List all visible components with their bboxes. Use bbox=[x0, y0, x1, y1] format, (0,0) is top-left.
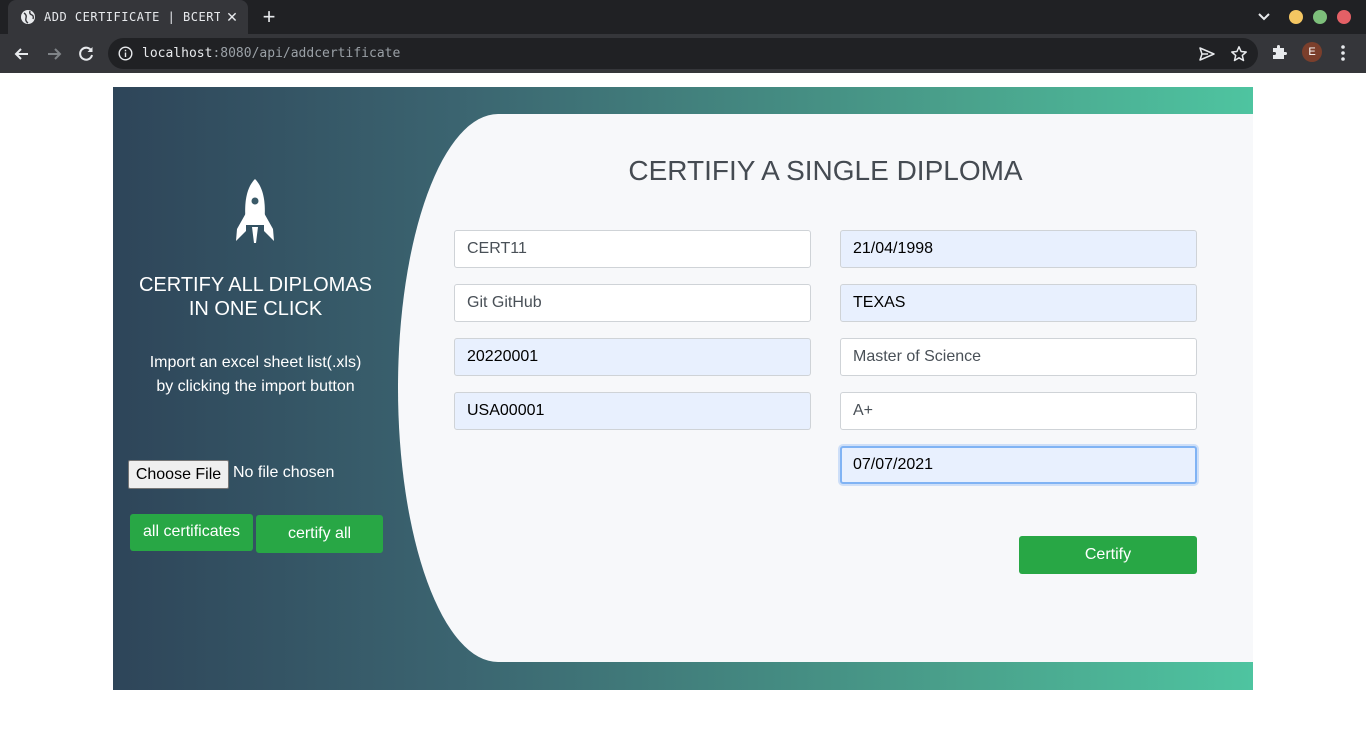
close-tab-icon[interactable]: ✕ bbox=[224, 9, 240, 25]
globe-icon bbox=[21, 10, 35, 24]
kebab-icon[interactable] bbox=[1334, 43, 1352, 63]
browser-tab-strip: ADD CERTIFICATE | BCERT ✕ + bbox=[0, 0, 1366, 34]
graduation-date-field[interactable]: 07/07/2021 bbox=[840, 446, 1197, 484]
window-close-button[interactable] bbox=[1337, 10, 1351, 24]
birth-place-field[interactable]: TEXAS bbox=[840, 284, 1197, 322]
name-field[interactable]: Git GitHub bbox=[454, 284, 811, 322]
info-icon[interactable] bbox=[118, 46, 133, 61]
profile-avatar[interactable]: E bbox=[1302, 42, 1322, 62]
student-id-field[interactable]: 20220001 bbox=[454, 338, 811, 376]
window-minimize-button[interactable] bbox=[1289, 10, 1303, 24]
bulk-heading-line1: CERTIFY ALL DIPLOMAS bbox=[138, 274, 373, 296]
import-instructions-line2: by clicking the import button bbox=[156, 378, 355, 395]
new-tab-button[interactable]: + bbox=[258, 6, 280, 28]
birth-date-field[interactable]: 21/04/1998 bbox=[840, 230, 1197, 268]
file-status-text: No file chosen bbox=[233, 464, 335, 481]
arrow-left-icon[interactable] bbox=[12, 44, 32, 64]
reload-icon[interactable] bbox=[76, 44, 96, 64]
browser-toolbar: localhost:8080/api/addcertificate E bbox=[0, 34, 1366, 73]
browser-tab[interactable]: ADD CERTIFICATE | BCERT ✕ bbox=[8, 0, 248, 34]
window-maximize-button[interactable] bbox=[1313, 10, 1327, 24]
bulk-heading-line2: IN ONE CLICK bbox=[188, 298, 323, 320]
all-certificates-button[interactable]: all certificates bbox=[130, 514, 253, 551]
address-bar[interactable]: localhost:8080/api/addcertificate bbox=[108, 38, 1258, 69]
identity-number-field[interactable]: USA00001 bbox=[454, 392, 811, 430]
puzzle-icon[interactable] bbox=[1270, 43, 1288, 61]
import-instructions-line1: Import an excel sheet list(.xls) bbox=[149, 354, 362, 371]
single-certify-panel bbox=[398, 114, 1253, 662]
arrow-right-icon[interactable] bbox=[44, 44, 64, 64]
send-icon[interactable] bbox=[1198, 45, 1216, 63]
bulk-certify-heading: CERTIFY ALL DIPLOMAS IN ONE CLICK bbox=[123, 273, 388, 321]
grade-field[interactable]: A+ bbox=[840, 392, 1197, 430]
import-instructions: Import an excel sheet list(.xls) by clic… bbox=[123, 351, 388, 399]
url-text: localhost:8080/api/addcertificate bbox=[142, 46, 400, 62]
certificate-id-field[interactable]: CERT11 bbox=[454, 230, 811, 268]
degree-field[interactable]: Master of Science bbox=[840, 338, 1197, 376]
certify-all-button[interactable]: certify all bbox=[256, 515, 383, 553]
certify-button[interactable]: Certify bbox=[1019, 536, 1197, 574]
rocket-icon bbox=[236, 179, 274, 243]
choose-file-button[interactable]: Choose File bbox=[128, 460, 229, 489]
tab-title: ADD CERTIFICATE | BCERT bbox=[44, 10, 220, 24]
chevron-down-icon[interactable] bbox=[1255, 9, 1273, 25]
url-host: localhost bbox=[142, 46, 213, 61]
star-icon[interactable] bbox=[1230, 45, 1248, 63]
form-title: CERTIFIY A SINGLE DIPLOMA bbox=[628, 155, 1023, 186]
url-path: :8080/api/addcertificate bbox=[212, 46, 401, 61]
certificate-card: CERTIFY ALL DIPLOMAS IN ONE CLICK Import… bbox=[113, 87, 1253, 690]
